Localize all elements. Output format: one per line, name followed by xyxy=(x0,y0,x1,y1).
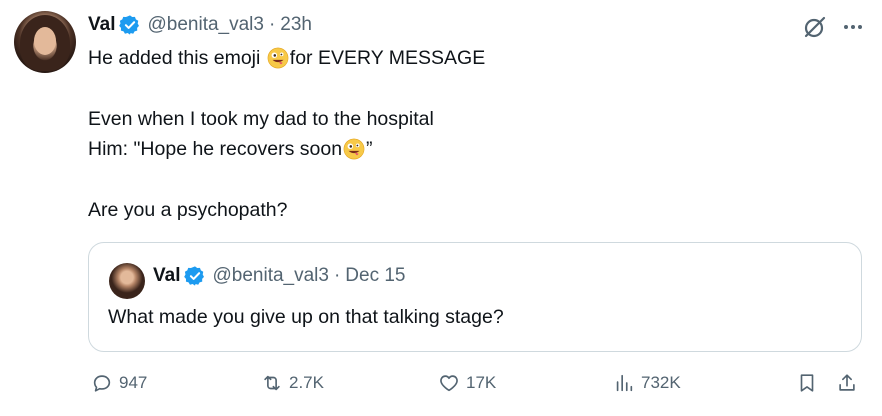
post-line-1-end: for EVERY MESSAGE xyxy=(289,47,486,69)
post-line-1-start: He added this emoji xyxy=(88,47,261,69)
bookmark-icon xyxy=(800,374,814,392)
top-right-controls xyxy=(802,14,864,40)
verified-icon xyxy=(184,266,205,286)
like-count: 17K xyxy=(466,373,497,392)
repost-button[interactable]: 2.7K xyxy=(261,372,324,394)
post-line-1: He added this emoji for EVERY MESSAGE xyxy=(88,43,788,74)
post-line-3-start: Him: "Hope he recovers soon xyxy=(88,138,343,160)
avatar-face xyxy=(34,27,56,55)
share-button[interactable] xyxy=(836,372,858,394)
view-count: 732K xyxy=(641,373,681,392)
separator-dot: · xyxy=(268,14,276,35)
zany-face-emoji-icon xyxy=(267,47,289,69)
views-button[interactable]: 732K xyxy=(613,372,681,394)
separator-dot: · xyxy=(333,265,341,286)
like-icon xyxy=(440,375,458,392)
views-icon xyxy=(616,374,633,392)
post-avatar[interactable] xyxy=(14,11,76,73)
zany-face-emoji-icon xyxy=(343,138,365,160)
like-button[interactable]: 17K xyxy=(438,372,496,394)
quoted-handle[interactable]: @benita_val3 xyxy=(212,265,328,287)
post-line-2: Even when I took my dad to the hospital xyxy=(88,107,434,130)
bookmark-button[interactable] xyxy=(796,372,818,394)
quoted-avatar[interactable] xyxy=(109,263,145,299)
grok-icon[interactable] xyxy=(802,14,828,40)
action-bar: 947 2.7K 17K 732K xyxy=(88,372,868,400)
post-line-3: Him: "Hope he recovers soon ” xyxy=(88,134,788,165)
post-header: Val @benita_val3 · 23h xyxy=(88,12,312,38)
quoted-text: What made you give up on that talking st… xyxy=(108,306,504,328)
author-handle[interactable]: @benita_val3 xyxy=(147,14,263,36)
repost-icon xyxy=(264,375,280,391)
reply-button[interactable]: 947 xyxy=(91,372,147,394)
quoted-header: Val @benita_val3 · Dec 15 xyxy=(153,265,406,287)
repost-count: 2.7K xyxy=(289,373,324,392)
verified-icon xyxy=(119,15,140,35)
quoted-post[interactable]: Val @benita_val3 · Dec 15 What made you … xyxy=(88,242,862,352)
more-icon[interactable] xyxy=(842,16,864,38)
quoted-author-name[interactable]: Val xyxy=(153,265,180,287)
reply-count: 947 xyxy=(119,373,148,392)
author-name[interactable]: Val xyxy=(88,14,115,36)
post-line-4: Are you a psychopath? xyxy=(88,198,288,221)
post-text: He added this emoji for EVERY MESSAGE Ev… xyxy=(88,43,788,225)
post-time[interactable]: 23h xyxy=(280,14,312,36)
reply-icon xyxy=(93,375,111,392)
share-icon xyxy=(839,374,855,391)
quoted-date[interactable]: Dec 15 xyxy=(345,265,405,287)
post-line-3-end: ” xyxy=(366,138,373,160)
